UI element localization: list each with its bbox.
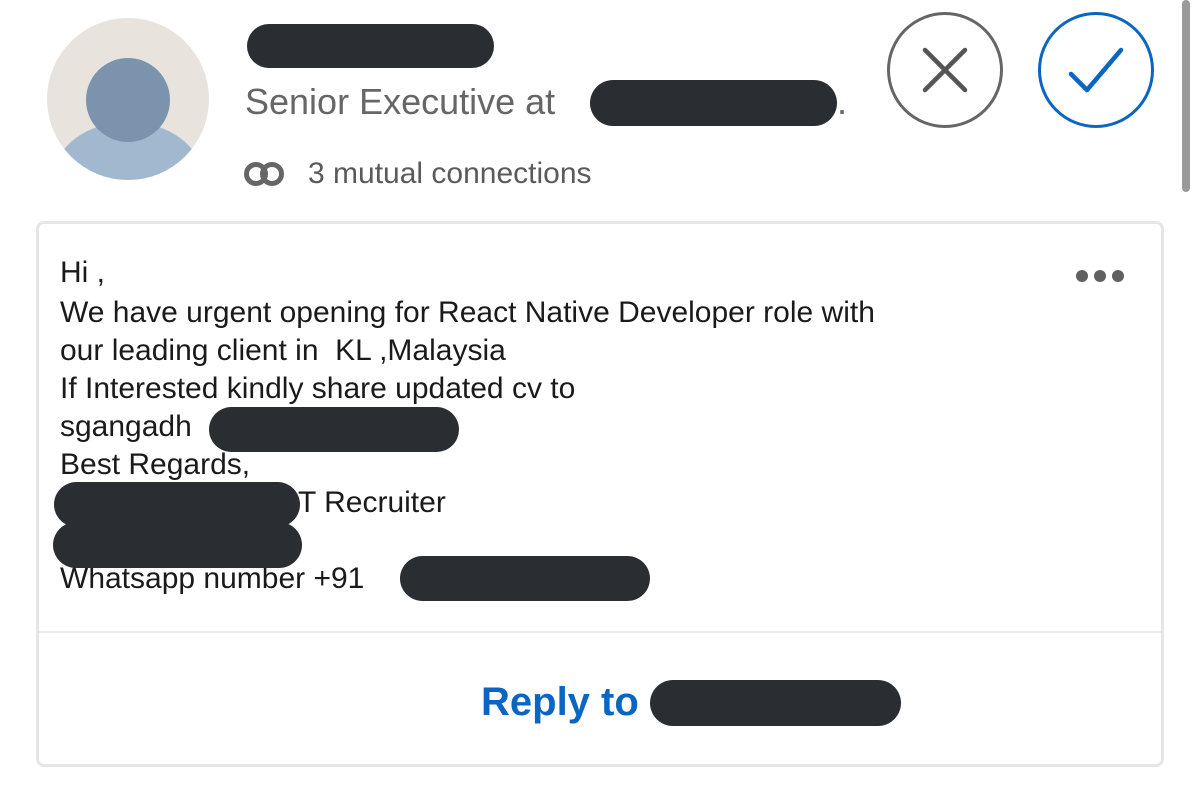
close-icon: [922, 47, 968, 93]
reply-button[interactable]: Reply to: [481, 678, 639, 726]
message-line: If Interested kindly share updated cv to: [60, 372, 576, 405]
ignore-button[interactable]: [887, 12, 1003, 128]
company-name-redacted: [590, 80, 837, 126]
message-line: T Recruiter: [298, 486, 446, 519]
recruiter-name-redacted: [54, 482, 300, 527]
accept-button[interactable]: [1038, 12, 1154, 128]
more-options-icon[interactable]: [1076, 270, 1124, 282]
message-line: Best Regards,: [60, 448, 251, 481]
card-divider: [39, 631, 1161, 633]
avatar-head-shape: [86, 58, 170, 142]
message-line: We have urgent opening for React Native …: [60, 296, 875, 329]
mutual-connections[interactable]: 3 mutual connections: [244, 157, 592, 191]
message-line: our leading client in KL ,Malaysia: [60, 334, 506, 367]
message-line: Hi ,: [60, 256, 105, 289]
checkmark-icon: [1068, 47, 1124, 93]
mutual-connections-text: 3 mutual connections: [308, 157, 592, 190]
scrollbar[interactable]: [1182, 0, 1190, 192]
email-redacted: [209, 407, 459, 452]
sender-name-redacted[interactable]: [247, 24, 494, 68]
headline-tail: .: [837, 81, 848, 122]
message-line: sgangadh: [60, 410, 192, 443]
mutual-connections-icon: [244, 159, 292, 189]
recruiter-company-redacted: [53, 522, 302, 568]
phone-number-redacted: [400, 556, 650, 601]
default-avatar-icon[interactable]: [47, 18, 209, 180]
sender-headline: Senior Executive at: [245, 81, 556, 122]
reply-label: Reply to: [481, 680, 639, 724]
reply-recipient-redacted: [650, 680, 901, 726]
